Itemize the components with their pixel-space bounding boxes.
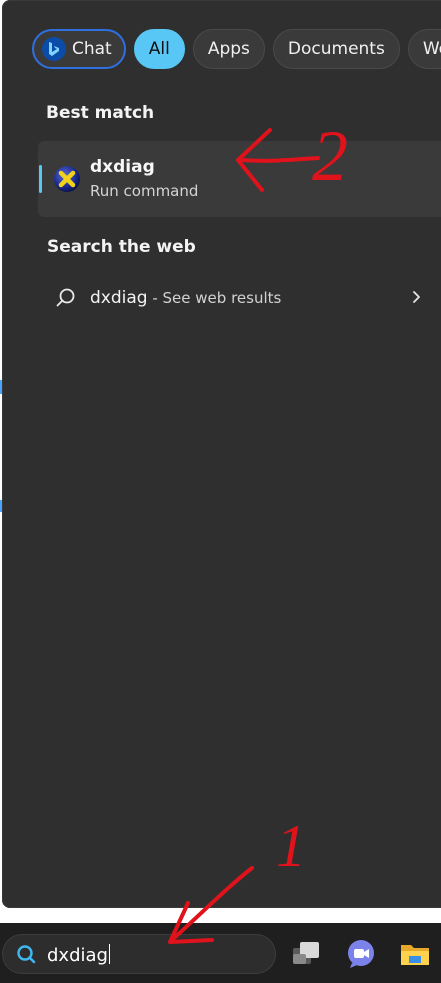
text-caret — [108, 944, 110, 964]
filter-tab-row: Chat All Apps Documents Web — [32, 29, 441, 69]
tab-web-label: Web — [422, 39, 441, 59]
tab-documents-label: Documents — [287, 39, 385, 59]
tab-web[interactable]: Web — [407, 29, 441, 69]
web-query-term: dxdiag — [90, 288, 148, 308]
tab-apps[interactable]: Apps — [192, 29, 265, 69]
search-web-heading: Search the web — [47, 237, 196, 257]
app-type: Run command — [90, 182, 199, 200]
best-match-heading: Best match — [46, 103, 155, 123]
tab-chat-label: Chat — [72, 39, 112, 59]
file-explorer-icon[interactable] — [398, 937, 432, 971]
web-search-result[interactable]: dxdiag - See web results — [38, 278, 438, 320]
app-name: dxdiag — [90, 157, 155, 177]
tab-all[interactable]: All — [133, 29, 185, 69]
tab-all-label: All — [148, 39, 170, 59]
search-icon — [56, 288, 75, 307]
tab-chat[interactable]: Chat — [32, 29, 126, 69]
search-flyout-panel: Chat All Apps Documents Web Best match — [2, 0, 441, 908]
selection-indicator — [39, 165, 42, 193]
directx-icon — [54, 166, 80, 192]
web-query-text: dxdiag - See web results — [90, 288, 281, 308]
tab-apps-label: Apps — [207, 39, 250, 59]
taskbar-search-box[interactable]: dxdiag — [2, 934, 276, 974]
best-match-result[interactable]: dxdiag Run command — [38, 141, 441, 217]
chevron-right-icon[interactable] — [410, 290, 424, 304]
teams-chat-icon[interactable] — [344, 937, 378, 971]
web-query-separator: - — [147, 289, 163, 307]
task-view-icon[interactable] — [289, 937, 323, 971]
web-query-suffix: See web results — [162, 289, 282, 307]
search-input[interactable]: dxdiag — [47, 944, 110, 966]
bing-icon — [42, 37, 66, 61]
taskbar-search-icon — [17, 945, 36, 964]
screenshot-root: Chat All Apps Documents Web Best match — [0, 0, 441, 983]
tab-documents[interactable]: Documents — [272, 29, 400, 69]
search-input-value: dxdiag — [47, 945, 108, 966]
